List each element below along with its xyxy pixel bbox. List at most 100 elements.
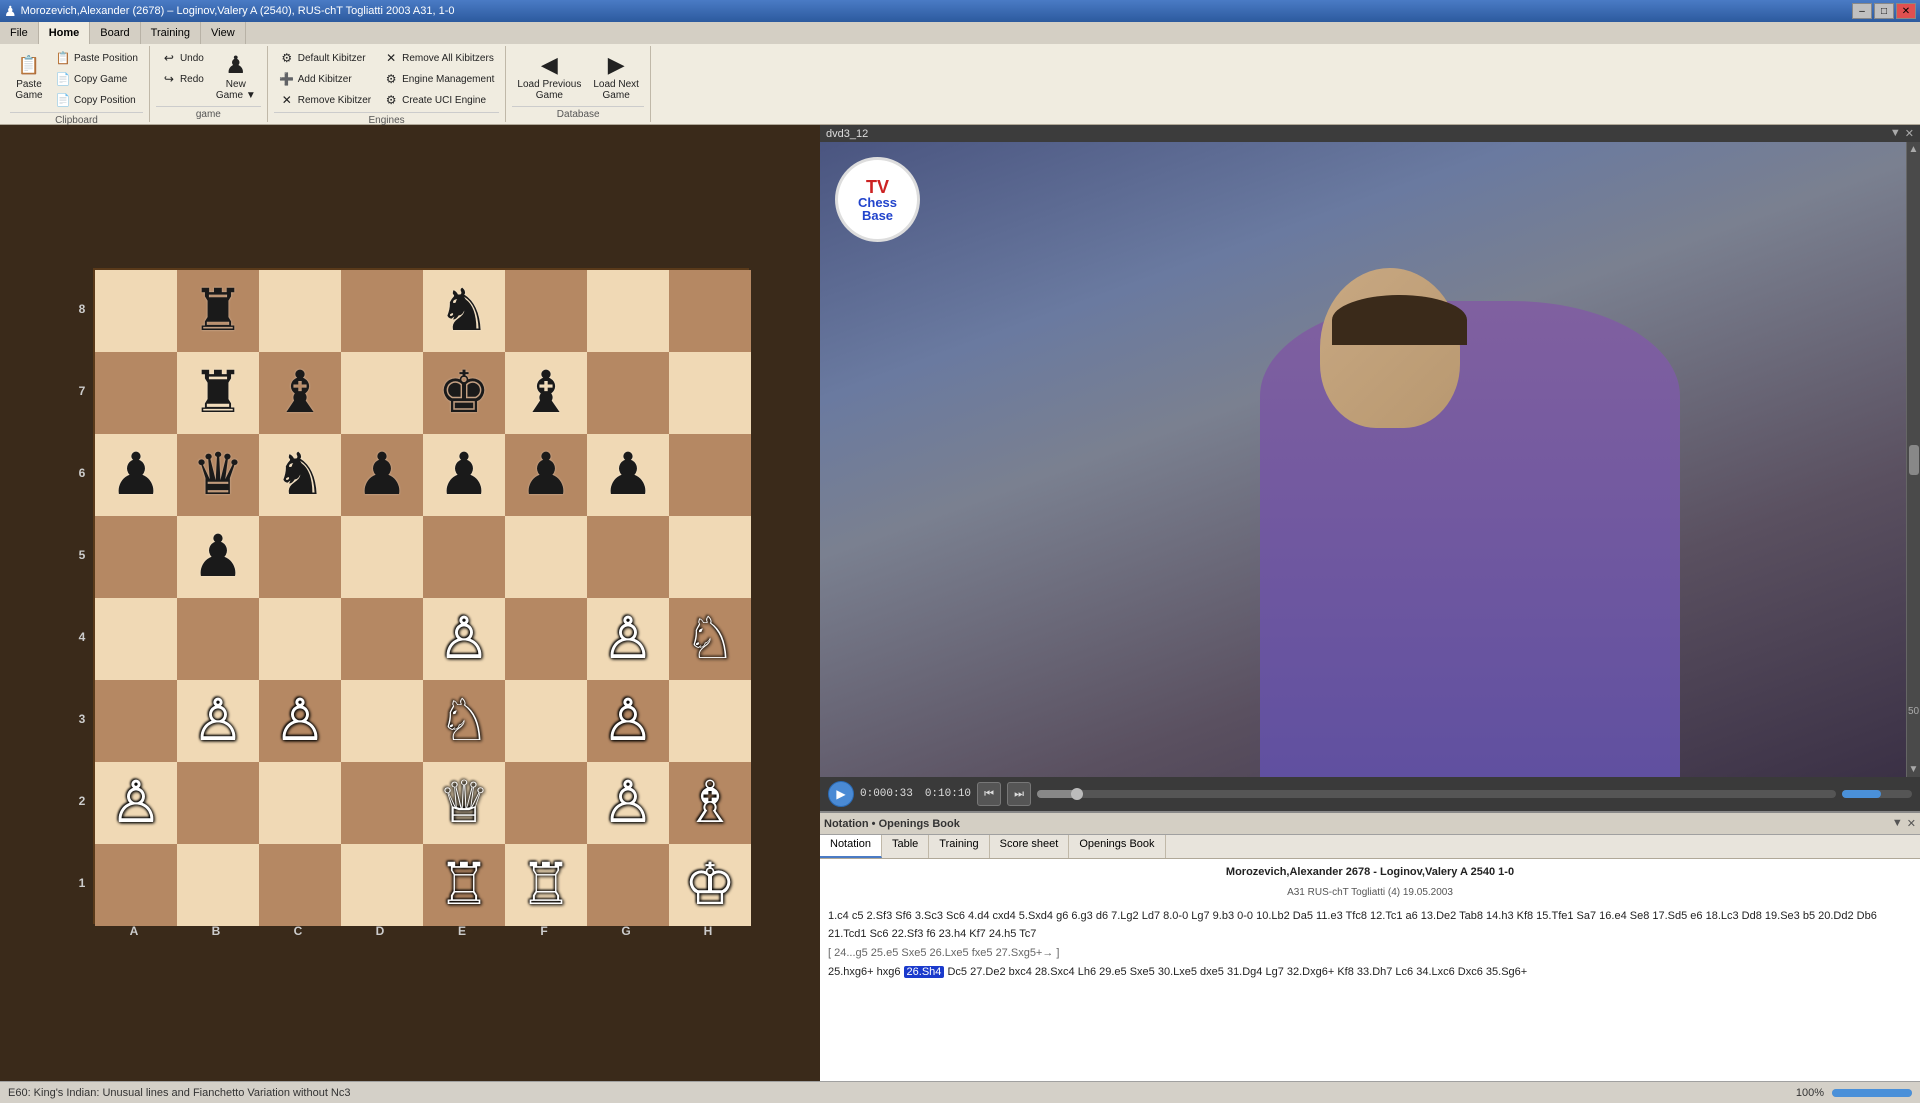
square-g6[interactable]: ♟ (587, 434, 669, 516)
maximize-button[interactable]: □ (1874, 3, 1894, 19)
square-d6[interactable]: ♟ (341, 434, 423, 516)
copy-position-button[interactable]: 📄 Copy Position (50, 90, 143, 110)
square-e2[interactable]: ♕ (423, 762, 505, 844)
copy-game-button[interactable]: 📄 Copy Game (50, 69, 143, 89)
highlighted-move[interactable]: 26.Sh4 (904, 966, 945, 978)
notation-tab-training[interactable]: Training (929, 835, 989, 858)
remove-kibitzer-button[interactable]: ✕ Remove Kibitzer (274, 90, 376, 110)
square-b2[interactable] (177, 762, 259, 844)
square-g1[interactable] (587, 844, 669, 926)
square-h8[interactable] (669, 270, 751, 352)
notation-dropdown-icon[interactable]: ▼ (1892, 817, 1903, 830)
tab-view[interactable]: View (201, 22, 246, 44)
square-d2[interactable] (341, 762, 423, 844)
zoom-bar[interactable] (1832, 1089, 1912, 1097)
square-c5[interactable] (259, 516, 341, 598)
rewind-button[interactable]: ⏮ (977, 782, 1001, 806)
square-d8[interactable] (341, 270, 423, 352)
square-a2[interactable]: ♙ (95, 762, 177, 844)
load-next-button[interactable]: ▶ Load NextGame (588, 48, 644, 104)
square-d5[interactable] (341, 516, 423, 598)
square-f2[interactable] (505, 762, 587, 844)
progress-bar[interactable] (1037, 790, 1836, 798)
square-h4[interactable]: ♘ (669, 598, 751, 680)
tab-board[interactable]: Board (90, 22, 140, 44)
square-f1[interactable]: ♖ (505, 844, 587, 926)
square-c4[interactable] (259, 598, 341, 680)
square-b8[interactable]: ♜ (177, 270, 259, 352)
square-h2[interactable]: ♗ (669, 762, 751, 844)
square-g2[interactable]: ♙ (587, 762, 669, 844)
scroll-thumb[interactable] (1909, 445, 1919, 475)
square-c7[interactable]: ♝ (259, 352, 341, 434)
undo-button[interactable]: ↩ Undo (156, 48, 209, 68)
square-a1[interactable] (95, 844, 177, 926)
notation-tab-table[interactable]: Table (882, 835, 929, 858)
remove-all-kibitzers-button[interactable]: ✕ Remove All Kibitzers (378, 48, 499, 68)
square-e1[interactable]: ♖ (423, 844, 505, 926)
square-a8[interactable] (95, 270, 177, 352)
engine-management-button[interactable]: ⚙ Engine Management (378, 69, 499, 89)
square-e8[interactable]: ♞ (423, 270, 505, 352)
square-g5[interactable] (587, 516, 669, 598)
square-d1[interactable] (341, 844, 423, 926)
video-dropdown-icon[interactable]: ▼ (1890, 127, 1901, 140)
square-d7[interactable] (341, 352, 423, 434)
moves-part1[interactable]: 1.c4 c5 2.Sf3 Sf6 3.Sc3 Sc6 4.d4 cxd4 5.… (828, 910, 1877, 941)
square-f4[interactable] (505, 598, 587, 680)
video-close-icon[interactable]: ✕ (1905, 127, 1914, 140)
create-uci-button[interactable]: ⚙ Create UCI Engine (378, 90, 499, 110)
square-a7[interactable] (95, 352, 177, 434)
square-h3[interactable] (669, 680, 751, 762)
square-d3[interactable] (341, 680, 423, 762)
square-c8[interactable] (259, 270, 341, 352)
paste-game-button[interactable]: 📋 PasteGame (10, 48, 48, 104)
square-h1[interactable]: ♔ (669, 844, 751, 926)
notation-tab-notation[interactable]: Notation (820, 835, 882, 858)
scroll-down-icon[interactable]: 50 (1908, 706, 1919, 717)
square-e5[interactable] (423, 516, 505, 598)
minimize-button[interactable]: – (1852, 3, 1872, 19)
square-c6[interactable]: ♞ (259, 434, 341, 516)
paste-position-button[interactable]: 📋 Paste Position (50, 48, 143, 68)
redo-button[interactable]: ↪ Redo (156, 69, 209, 89)
load-previous-button[interactable]: ◀ Load PreviousGame (512, 48, 586, 104)
notation-close-icon[interactable]: ✕ (1907, 817, 1916, 830)
square-b7[interactable]: ♜ (177, 352, 259, 434)
square-h6[interactable] (669, 434, 751, 516)
square-a3[interactable] (95, 680, 177, 762)
square-a5[interactable] (95, 516, 177, 598)
square-e3[interactable]: ♘ (423, 680, 505, 762)
notation-tab-openingsbook[interactable]: Openings Book (1069, 835, 1165, 858)
square-e6[interactable]: ♟ (423, 434, 505, 516)
square-b1[interactable] (177, 844, 259, 926)
square-b6[interactable]: ♛ (177, 434, 259, 516)
fast-forward-button[interactable]: ⏭ (1007, 782, 1031, 806)
volume-bar[interactable] (1842, 790, 1912, 798)
default-kibitzer-button[interactable]: ⚙ Default Kibitzer (274, 48, 376, 68)
new-game-button[interactable]: ♟ NewGame ▼ (211, 48, 261, 104)
square-h5[interactable] (669, 516, 751, 598)
square-b3[interactable]: ♙ (177, 680, 259, 762)
square-c2[interactable] (259, 762, 341, 844)
square-f8[interactable] (505, 270, 587, 352)
square-f7[interactable]: ♝ (505, 352, 587, 434)
tab-training[interactable]: Training (141, 22, 201, 44)
square-g8[interactable] (587, 270, 669, 352)
square-h7[interactable] (669, 352, 751, 434)
play-button[interactable]: ▶ (828, 781, 854, 807)
notation-tab-scoresheet[interactable]: Score sheet (990, 835, 1070, 858)
notation-content[interactable]: Morozevich,Alexander 2678 - Loginov,Vale… (820, 859, 1920, 1081)
square-c3[interactable]: ♙ (259, 680, 341, 762)
square-c1[interactable] (259, 844, 341, 926)
square-a6[interactable]: ♟ (95, 434, 177, 516)
square-b5[interactable]: ♟ (177, 516, 259, 598)
square-f6[interactable]: ♟ (505, 434, 587, 516)
square-g4[interactable]: ♙ (587, 598, 669, 680)
video-scrollbar[interactable]: ▲ 50 ▼ (1906, 142, 1920, 777)
square-f5[interactable] (505, 516, 587, 598)
square-f3[interactable] (505, 680, 587, 762)
tab-file[interactable]: File (0, 22, 39, 44)
scroll-up-icon[interactable]: ▲ (1909, 144, 1919, 155)
square-b4[interactable] (177, 598, 259, 680)
